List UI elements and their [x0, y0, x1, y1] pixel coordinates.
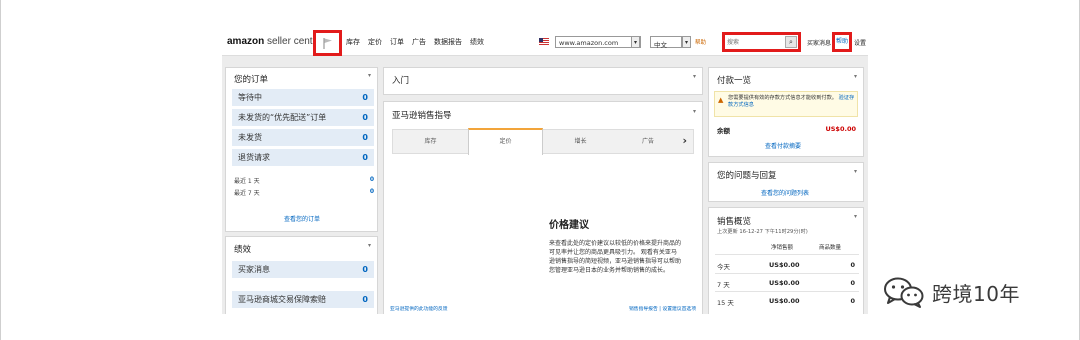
nav-advertising[interactable]: 广告	[412, 37, 426, 47]
payments-title: 付款一览	[717, 76, 752, 86]
sales-row-qty: 0	[850, 297, 855, 305]
tab-growth[interactable]: 增长	[543, 130, 618, 155]
frame-border-left	[0, 0, 1, 340]
nav-reports[interactable]: 数据报告	[434, 37, 462, 47]
perf-row-a-to-z-claims[interactable]: 亚马逊商城交易保障索赔 0	[232, 291, 374, 308]
col-units: 商品数量	[819, 245, 842, 251]
orders-last-1-day[interactable]: 最近 1 天0	[234, 176, 374, 185]
search-input[interactable]	[727, 37, 785, 47]
settings-link[interactable]: 设置	[854, 38, 866, 47]
us-flag-icon	[539, 38, 549, 45]
coach-tabs: 库存 定价 增长 广告 ›	[392, 128, 694, 155]
sales-row-qty: 0	[850, 261, 855, 269]
payments-panel: 付款一览 ▾ ▲ 您需要提供有效的存款方式信息才能收到付款。 验证存款方式信息 …	[708, 67, 864, 157]
seller-central-screenshot: amazon seller central 库存 定价 订单 广告 数据报告 绩…	[222, 29, 868, 314]
chevron-down-icon[interactable]: ▾	[854, 168, 857, 175]
warning-text: 您需要提供有效的存款方式信息才能收到付款。	[728, 95, 837, 101]
divider	[715, 291, 859, 292]
chevron-down-icon[interactable]: ▾	[368, 242, 371, 249]
selling-coach-panel: 亚马逊销售指导 ▾ 库存 定价 增长 广告 › 价格建议 来查看此处的定价建议以…	[383, 101, 703, 314]
search-icon[interactable]: ⌕	[785, 36, 797, 48]
sales-summary-title: 销售概览	[717, 217, 752, 227]
chevron-down-icon[interactable]: ▾	[682, 36, 691, 48]
getting-started-title: 入门	[392, 76, 410, 86]
main-nav: 库存 定价 订单 广告 数据报告 绩效	[346, 37, 484, 47]
sales-row-amount: US$0.00	[769, 297, 800, 305]
last-updated-text: 上次更新 16-12-27 下午11时29分(时)	[717, 229, 808, 235]
order-row-unshipped[interactable]: 未发货 0	[232, 129, 374, 146]
orders-last-7-days[interactable]: 最近 7 天0	[234, 188, 374, 197]
chevron-down-icon[interactable]: ▾	[854, 213, 857, 220]
nav-inventory[interactable]: 库存	[346, 37, 360, 47]
view-payment-summary-link[interactable]: 查看付款摘要	[765, 141, 801, 150]
performance-panel: 绩效 ▾ 买家消息 0 亚马逊商城交易保障索赔 0	[225, 236, 378, 314]
balance-label: 余额	[717, 127, 730, 135]
orders-panel: 您的订单 ▾ 等待中 0 未发货的“优先配送”订单 0 未发货 0 退货请求 0 最近 …	[225, 67, 378, 232]
top-bar: amazon seller central 库存 定价 订单 广告 数据报告 绩…	[222, 29, 868, 56]
balance-value: US$0.00	[825, 125, 856, 133]
sales-row-label: 15 天	[717, 299, 734, 307]
divider	[715, 254, 859, 255]
feedback-link[interactable]: 亚马逊提供的此功能的反馈	[390, 305, 448, 312]
selling-coach-title: 亚马逊销售指导	[392, 111, 452, 121]
sales-row-label: 今天	[717, 263, 730, 271]
order-row-pending[interactable]: 等待中 0	[232, 89, 374, 106]
nav-orders[interactable]: 订单	[390, 37, 404, 47]
issues-panel: 您的问题与回复 ▾ 查看您的问题列表	[708, 162, 864, 202]
watermark-text: 跨境10年	[932, 281, 1020, 306]
issues-title: 您的问题与回复	[717, 171, 777, 181]
view-orders-link[interactable]: 查看您的订单	[284, 214, 320, 223]
sales-row-qty: 0	[850, 279, 855, 287]
flag-icon	[323, 38, 332, 49]
wechat-watermark: 跨境10年	[882, 272, 1020, 312]
getting-started-panel: 入门 ▾	[383, 67, 703, 95]
performance-title: 绩效	[234, 245, 252, 255]
wechat-icon	[884, 277, 924, 308]
chevron-down-icon[interactable]: ▾	[693, 73, 696, 80]
chevron-down-icon[interactable]: ▾	[631, 36, 640, 48]
coach-report-link[interactable]: 销售指导报告 | 设置建议首选项	[629, 305, 696, 312]
chevron-down-icon[interactable]: ▾	[368, 72, 371, 79]
nav-pricing[interactable]: 定价	[368, 37, 382, 47]
perf-row-buyer-messages[interactable]: 买家消息 0	[232, 261, 374, 278]
order-row-returns[interactable]: 退货请求 0	[232, 149, 374, 166]
order-row-prime-unshipped[interactable]: 未发货的“优先配送”订单 0	[232, 109, 374, 126]
help-button[interactable]: 帮助	[832, 32, 852, 52]
sales-row-label: 7 天	[717, 281, 730, 289]
tab-advertising[interactable]: 广告	[618, 130, 678, 155]
warning-icon: ▲	[718, 96, 724, 104]
buyer-messages-link[interactable]: 买家消息	[807, 38, 831, 47]
divider	[715, 273, 859, 274]
chevron-right-icon[interactable]: ›	[682, 134, 687, 147]
payment-warning: ▲ 您需要提供有效的存款方式信息才能收到付款。 验证存款方式信息	[714, 91, 858, 117]
amazon-seller-central-logo[interactable]: amazon seller central	[227, 36, 324, 47]
alerts-flag-button[interactable]	[313, 30, 342, 56]
chevron-down-icon[interactable]: ▾	[693, 108, 696, 115]
search-box: ⌕	[722, 32, 801, 52]
orders-title: 您的订单	[234, 75, 269, 85]
language-select[interactable]: 中文	[650, 36, 682, 49]
price-suggestion-heading: 价格建议	[549, 220, 589, 231]
nav-performance[interactable]: 绩效	[470, 37, 484, 47]
sales-row-amount: US$0.00	[769, 261, 800, 269]
col-net-sales: 净销售额	[771, 245, 794, 251]
marketplace-select[interactable]: www.amazon.com	[555, 36, 641, 48]
chevron-down-icon[interactable]: ▾	[854, 73, 857, 80]
help-link[interactable]: 帮助	[695, 38, 706, 46]
sales-summary-panel: 销售概览 ▾ 上次更新 16-12-27 下午11时29分(时) 净销售额 商品…	[708, 207, 864, 314]
tab-pricing[interactable]: 定价	[468, 128, 543, 155]
price-suggestion-body: 来查看此处的定价建议以较低的价格来提升商品的可见率并让您的商品更具吸引力。 观看…	[549, 240, 682, 274]
sales-row-amount: US$0.00	[769, 279, 800, 287]
tab-inventory[interactable]: 库存	[393, 130, 468, 155]
view-issues-link[interactable]: 查看您的问题列表	[761, 188, 809, 197]
